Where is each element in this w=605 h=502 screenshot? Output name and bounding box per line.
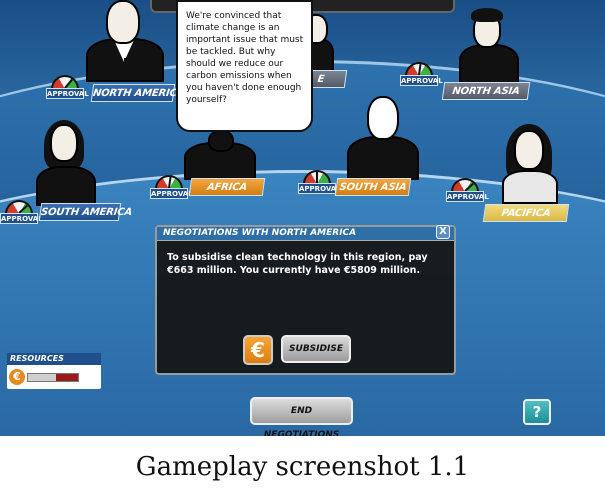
resources-bar [27,373,79,382]
speech-bubble: We're convinced that climate change is a… [176,0,313,132]
delegate-pacifica[interactable] [500,124,560,204]
approval-gauge-south-asia: APPROVAL [298,170,341,198]
euro-coin-icon: € [9,369,25,385]
nameplate-south-america: SOUTH AMERICA [38,203,133,221]
end-negotiations-button[interactable]: END NEGOTIATIONS [250,397,353,436]
close-button[interactable]: X [436,225,450,239]
speech-text: We're convinced that climate change is a… [186,11,304,105]
resources-panel: RESOURCES € [5,351,103,391]
approval-gauge-north-asia: APPROVAL [400,62,443,90]
negotiation-dialog: NEGOTIATIONS WITH NORTH AMERICA X To sub… [155,225,456,375]
game-screen: APPROVAL NORTH AMERICA E APPROVAL NORTH … [0,0,605,436]
nameplate-south-asia: SOUTH ASIA [334,178,412,196]
subsidise-button[interactable]: SUBSIDISE [281,335,351,363]
euro-icon[interactable]: € [243,335,273,365]
dialog-message: To subsidise clean technology in this re… [167,252,428,276]
nameplate-africa: AFRICA [188,178,266,196]
resources-bar-fill [55,374,78,381]
approval-gauge-north-america: APPROVAL [46,75,89,103]
delegate-north-asia[interactable] [455,8,525,84]
dialog-title: NEGOTIATIONS WITH NORTH AMERICA [163,228,357,238]
approval-gauge-south-america: APPROVAL [0,200,43,228]
nameplate-north-america: NORTH AMERICA [90,84,185,102]
delegate-south-america[interactable] [32,116,102,206]
resources-label: RESOURCES [7,353,101,365]
figure-caption: Gameplay screenshot 1.1 [135,452,470,482]
delegate-south-asia[interactable] [345,96,421,180]
dialog-header: NEGOTIATIONS WITH NORTH AMERICA [157,227,454,241]
help-button[interactable]: ? [523,399,551,425]
delegate-africa[interactable] [180,130,260,180]
approval-gauge-africa: APPROVAL [150,175,193,203]
nameplate-pacifica: PACIFICA [482,204,570,222]
approval-gauge-pacifica: APPROVAL [446,178,489,206]
nameplate-north-asia: NORTH ASIA [441,82,531,100]
